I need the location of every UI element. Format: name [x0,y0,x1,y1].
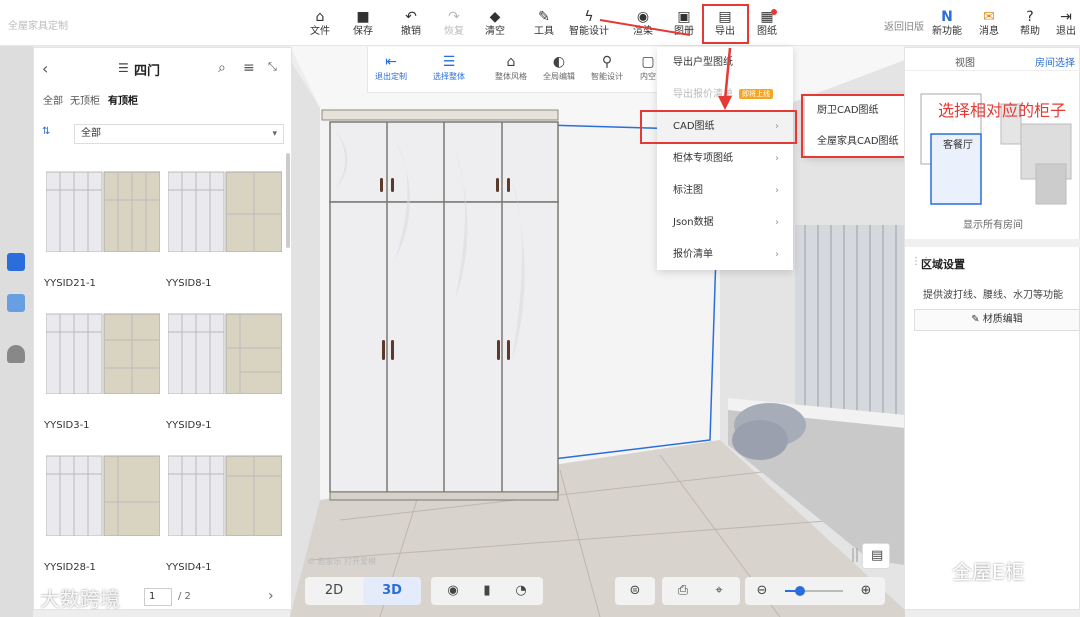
camera-settings-icon[interactable]: ⎙ [666,577,700,605]
toggle-icon[interactable]: ⊜ [619,577,651,605]
clipboard-icon: ▤ [871,548,884,563]
eye-icon[interactable]: ◉ [437,577,469,605]
cube-icon[interactable]: ▮ [471,577,503,605]
callout-text: 选择相对应的柜子 [938,101,1067,120]
room-label: 客餐厅 [943,140,973,151]
view-3d-button[interactable]: 3D [363,577,421,605]
camera-group: ⎙ ⌖ [662,577,740,605]
zoom-out-icon[interactable]: ⊖ [747,577,777,605]
panel-separator [905,239,1080,247]
gauge-icon[interactable]: ◔ [505,577,537,605]
clipboard-button[interactable]: ▤ [862,543,890,569]
grip-icon [852,548,858,562]
show-all-rooms-link[interactable]: 显示所有房间 [905,216,1080,231]
focus-icon[interactable]: ⌖ [702,577,736,605]
zoom-slider-handle[interactable] [794,586,805,596]
view-mode-group: 2D 3D [305,577,421,605]
right-panel: 视图 房间选择 客餐厅 显示所有房间 ⋮⋮ 区域设置 提供波打线、腰线、水刀等功… [904,47,1080,610]
region-settings-title: 区域设置 [921,258,965,271]
display-group: ◉ ▮ ◔ [431,577,543,605]
tab-divider [905,70,1080,71]
pencil-icon: ✎ [971,314,983,325]
app-window: © 若家乐 打开爱模 全屋家具定制 ⌂ 文件 ■ 保存 ↶ 撤销 ↷ 恢复 ◆ … [0,0,1080,617]
material-edit-label: 材质编辑 [982,314,1023,325]
tab-view[interactable]: 视图 [955,54,975,69]
tab-room-select[interactable]: 房间选择 [1035,54,1075,69]
region-description: 提供波打线、腰线、水刀等功能 [923,290,1063,301]
view-2d-button[interactable]: 2D [305,577,363,605]
zoom-in-icon[interactable]: ⊕ [851,577,881,605]
material-edit-button[interactable]: ✎ 材质编辑 [914,309,1080,331]
toggle-group: ⊜ [615,577,655,605]
